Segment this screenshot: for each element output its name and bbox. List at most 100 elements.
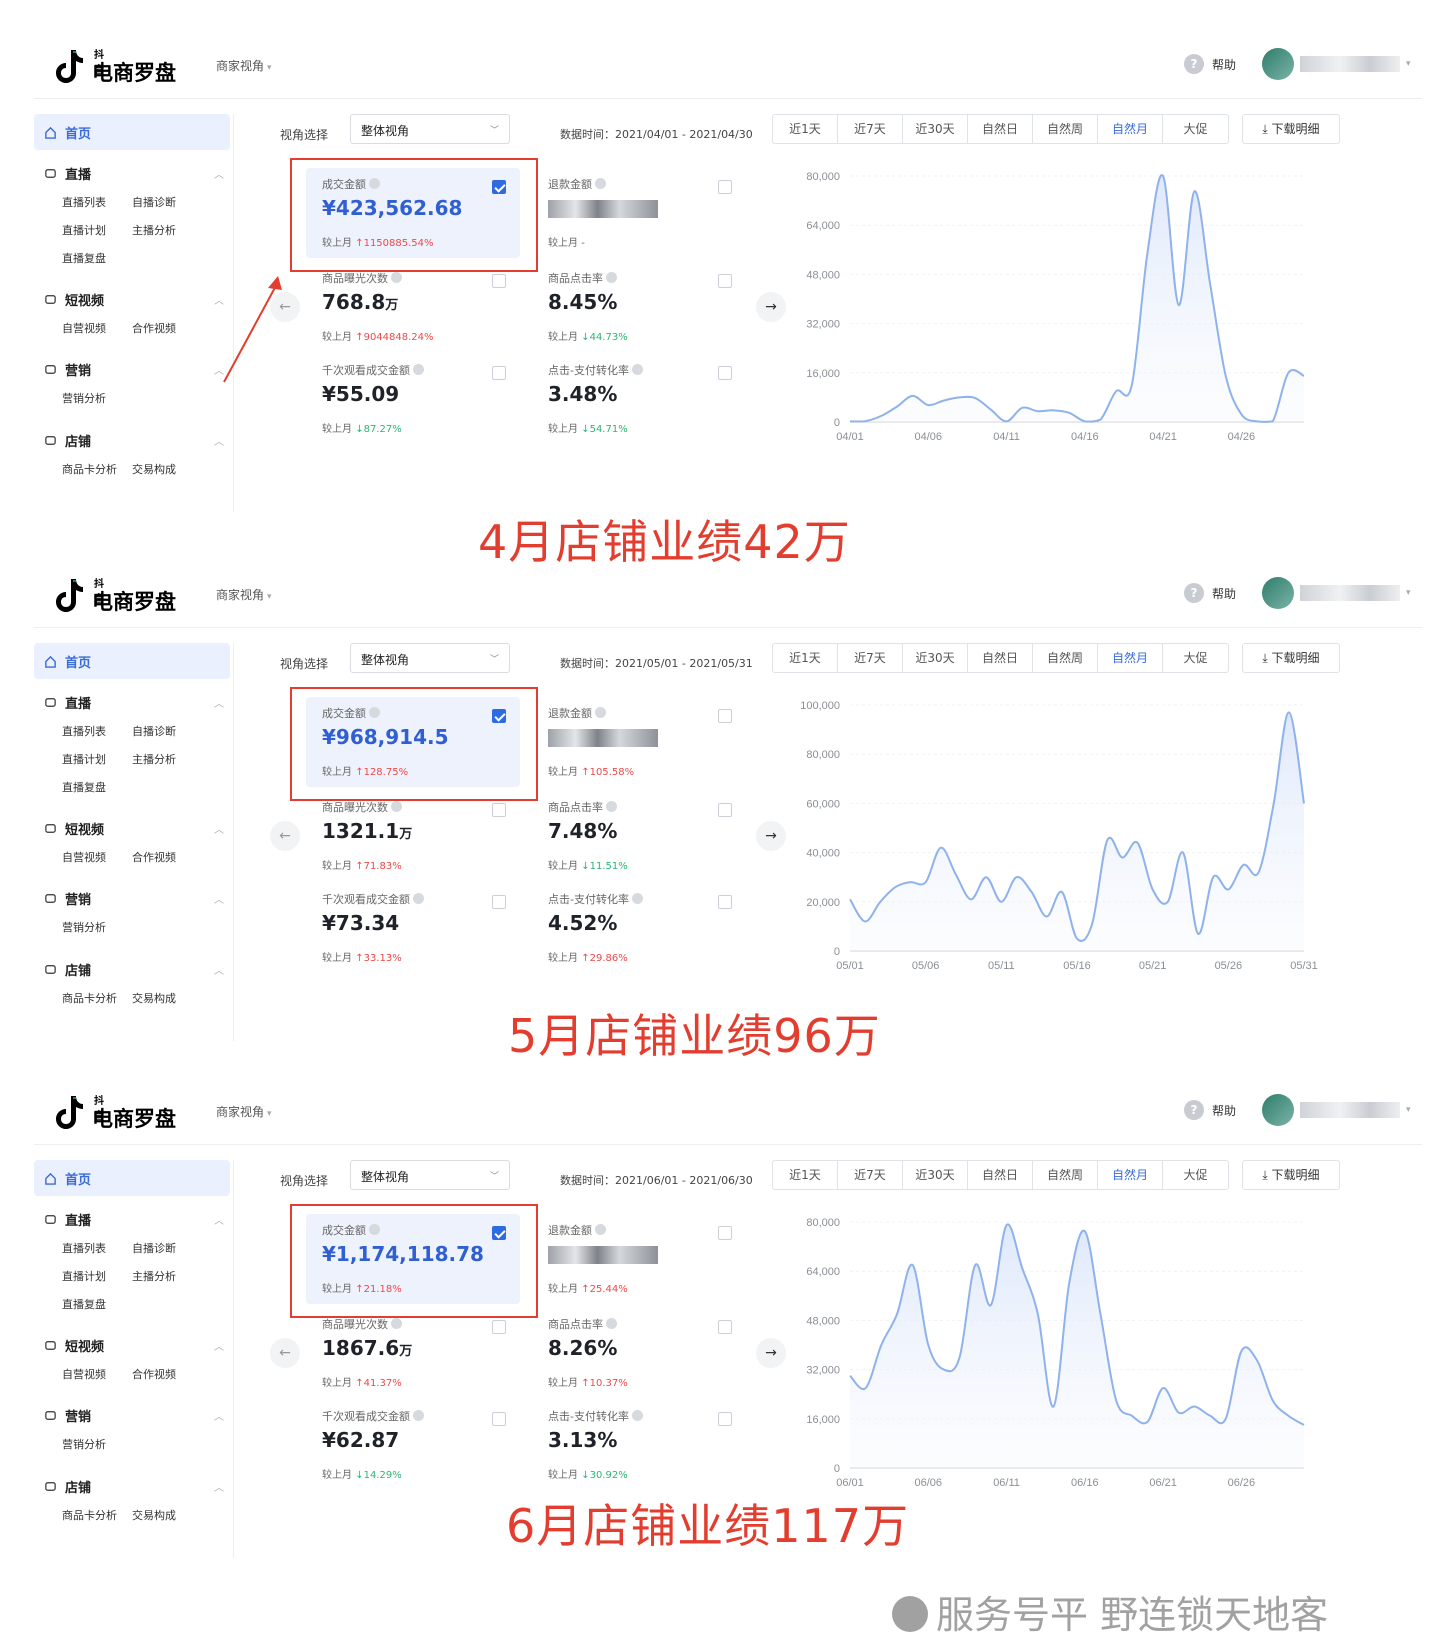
sidebar-section-2[interactable]: 营销 ︿ <box>44 1406 224 1425</box>
metric-checkbox[interactable] <box>492 366 506 380</box>
metric-card[interactable]: 商品曝光次数 768.8万 较上月 ↑9044848.24% <box>306 262 520 352</box>
metric-checkbox[interactable] <box>718 366 732 380</box>
tab-period[interactable]: 近1天 <box>773 115 838 143</box>
sidebar-subitem[interactable]: 自营视频 <box>62 1366 106 1382</box>
metric-card[interactable]: 点击-支付转化率 3.13% 较上月 ↓30.92% <box>532 1400 746 1490</box>
metric-checkbox[interactable] <box>718 274 732 288</box>
metric-checkbox[interactable] <box>492 1412 506 1426</box>
sidebar-subitem[interactable]: 主播分析 <box>132 751 176 767</box>
metric-checkbox[interactable] <box>492 1320 506 1334</box>
prev-arrow-button[interactable]: ← <box>270 1338 300 1368</box>
metric-card[interactable]: 千次观看成交金额 ¥73.34 较上月 ↑33.13% <box>306 883 520 973</box>
sidebar-section-0[interactable]: 直播 ︿ <box>44 693 224 712</box>
tab-period[interactable]: 自然月 <box>1098 115 1163 143</box>
sidebar-subitem[interactable]: 营销分析 <box>62 1436 106 1452</box>
metric-checkbox[interactable] <box>492 803 506 817</box>
sidebar-subitem[interactable]: 主播分析 <box>132 222 176 238</box>
tab-period[interactable]: 大促 <box>1163 644 1228 672</box>
metric-checkbox[interactable] <box>718 895 732 909</box>
help-link[interactable]: ? 帮助 <box>1184 583 1236 603</box>
tab-period[interactable]: 自然月 <box>1098 644 1163 672</box>
sidebar-subitem[interactable]: 直播列表 <box>62 723 106 739</box>
download-button[interactable]: ⤓ 下载明细 <box>1242 1160 1340 1190</box>
tab-period[interactable]: 近7天 <box>838 115 903 143</box>
sidebar-section-1[interactable]: 短视频 ︿ <box>44 819 224 838</box>
sidebar-subitem[interactable]: 直播列表 <box>62 194 106 210</box>
sidebar-subitem[interactable]: 自播诊断 <box>132 194 176 210</box>
metric-card[interactable]: 退款金额 较上月 ↑105.58% <box>532 697 746 787</box>
download-button[interactable]: ⤓ 下载明细 <box>1242 114 1340 144</box>
view-select[interactable]: 整体视角 ﹀ <box>350 643 510 673</box>
view-select[interactable]: 整体视角 ﹀ <box>350 1160 510 1190</box>
sidebar-subitem[interactable]: 交易构成 <box>132 1507 176 1523</box>
sidebar-subitem[interactable]: 合作视频 <box>132 1366 176 1382</box>
tab-period[interactable]: 自然日 <box>968 644 1033 672</box>
tab-period[interactable]: 近1天 <box>773 1161 838 1189</box>
metric-checkbox[interactable] <box>718 803 732 817</box>
metric-card[interactable]: 商品点击率 8.45% 较上月 ↓44.73% <box>532 262 746 352</box>
metric-checkbox[interactable] <box>718 1412 732 1426</box>
sidebar-subitem[interactable]: 主播分析 <box>132 1268 176 1284</box>
next-arrow-button[interactable]: → <box>756 292 786 322</box>
metric-checkbox[interactable] <box>492 895 506 909</box>
sidebar-subitem[interactable]: 商品卡分析 <box>62 461 117 477</box>
view-select[interactable]: 整体视角 ﹀ <box>350 114 510 144</box>
metric-card[interactable]: 商品点击率 8.26% 较上月 ↑10.37% <box>532 1308 746 1398</box>
sidebar-subitem[interactable]: 自营视频 <box>62 320 106 336</box>
sidebar-section-2[interactable]: 营销 ︿ <box>44 360 224 379</box>
user-menu[interactable]: ▾ <box>1262 577 1411 609</box>
perspective-dropdown[interactable]: 商家视角 ▾ <box>216 586 272 603</box>
sidebar-item-home[interactable]: 首页 <box>34 643 230 679</box>
tab-period[interactable]: 自然月 <box>1098 1161 1163 1189</box>
metric-card[interactable]: 退款金额 较上月 ↑25.44% <box>532 1214 746 1304</box>
metric-card[interactable]: 千次观看成交金额 ¥55.09 较上月 ↓87.27% <box>306 354 520 444</box>
tab-period[interactable]: 自然周 <box>1033 644 1098 672</box>
sidebar-section-3[interactable]: 店铺 ︿ <box>44 431 224 450</box>
next-arrow-button[interactable]: → <box>756 1338 786 1368</box>
download-button[interactable]: ⤓ 下载明细 <box>1242 643 1340 673</box>
tab-period[interactable]: 近1天 <box>773 644 838 672</box>
sidebar-subitem[interactable]: 商品卡分析 <box>62 1507 117 1523</box>
sidebar-subitem[interactable]: 合作视频 <box>132 849 176 865</box>
sidebar-subitem[interactable]: 自营视频 <box>62 849 106 865</box>
sidebar-section-2[interactable]: 营销 ︿ <box>44 889 224 908</box>
user-menu[interactable]: ▾ <box>1262 48 1411 80</box>
metric-card[interactable]: 千次观看成交金额 ¥62.87 较上月 ↓14.29% <box>306 1400 520 1490</box>
perspective-dropdown[interactable]: 商家视角 ▾ <box>216 57 272 74</box>
sidebar-section-0[interactable]: 直播 ︿ <box>44 164 224 183</box>
prev-arrow-button[interactable]: ← <box>270 821 300 851</box>
tab-period[interactable]: 近30天 <box>903 115 968 143</box>
sidebar-subitem[interactable]: 交易构成 <box>132 990 176 1006</box>
metric-checkbox[interactable] <box>718 709 732 723</box>
tab-period[interactable]: 近30天 <box>903 644 968 672</box>
sidebar-subitem[interactable]: 直播复盘 <box>62 1296 106 1312</box>
metric-card[interactable]: 商品曝光次数 1867.6万 较上月 ↑41.37% <box>306 1308 520 1398</box>
sidebar-subitem[interactable]: 直播计划 <box>62 1268 106 1284</box>
tab-period[interactable]: 大促 <box>1163 1161 1228 1189</box>
metric-checkbox[interactable] <box>492 274 506 288</box>
metric-card[interactable]: 商品曝光次数 1321.1万 较上月 ↑71.83% <box>306 791 520 881</box>
sidebar-section-1[interactable]: 短视频 ︿ <box>44 1336 224 1355</box>
sidebar-section-1[interactable]: 短视频 ︿ <box>44 290 224 309</box>
sidebar-subitem[interactable]: 交易构成 <box>132 461 176 477</box>
metric-card[interactable]: 点击-支付转化率 4.52% 较上月 ↑29.86% <box>532 883 746 973</box>
sidebar-subitem[interactable]: 直播复盘 <box>62 250 106 266</box>
metric-checkbox[interactable] <box>718 1226 732 1240</box>
tab-period[interactable]: 自然周 <box>1033 1161 1098 1189</box>
sidebar-section-3[interactable]: 店铺 ︿ <box>44 960 224 979</box>
sidebar-section-0[interactable]: 直播 ︿ <box>44 1210 224 1229</box>
sidebar-section-3[interactable]: 店铺 ︿ <box>44 1477 224 1496</box>
tab-period[interactable]: 自然日 <box>968 1161 1033 1189</box>
metric-card[interactable]: 退款金额 较上月 - <box>532 168 746 258</box>
tab-period[interactable]: 自然周 <box>1033 115 1098 143</box>
sidebar-item-home[interactable]: 首页 <box>34 114 230 150</box>
tab-period[interactable]: 大促 <box>1163 115 1228 143</box>
metric-checkbox[interactable] <box>718 1320 732 1334</box>
sidebar-item-home[interactable]: 首页 <box>34 1160 230 1196</box>
sidebar-subitem[interactable]: 商品卡分析 <box>62 990 117 1006</box>
sidebar-subitem[interactable]: 直播计划 <box>62 222 106 238</box>
sidebar-subitem[interactable]: 营销分析 <box>62 919 106 935</box>
sidebar-subitem[interactable]: 直播列表 <box>62 1240 106 1256</box>
sidebar-subitem[interactable]: 自播诊断 <box>132 1240 176 1256</box>
sidebar-subitem[interactable]: 营销分析 <box>62 390 106 406</box>
